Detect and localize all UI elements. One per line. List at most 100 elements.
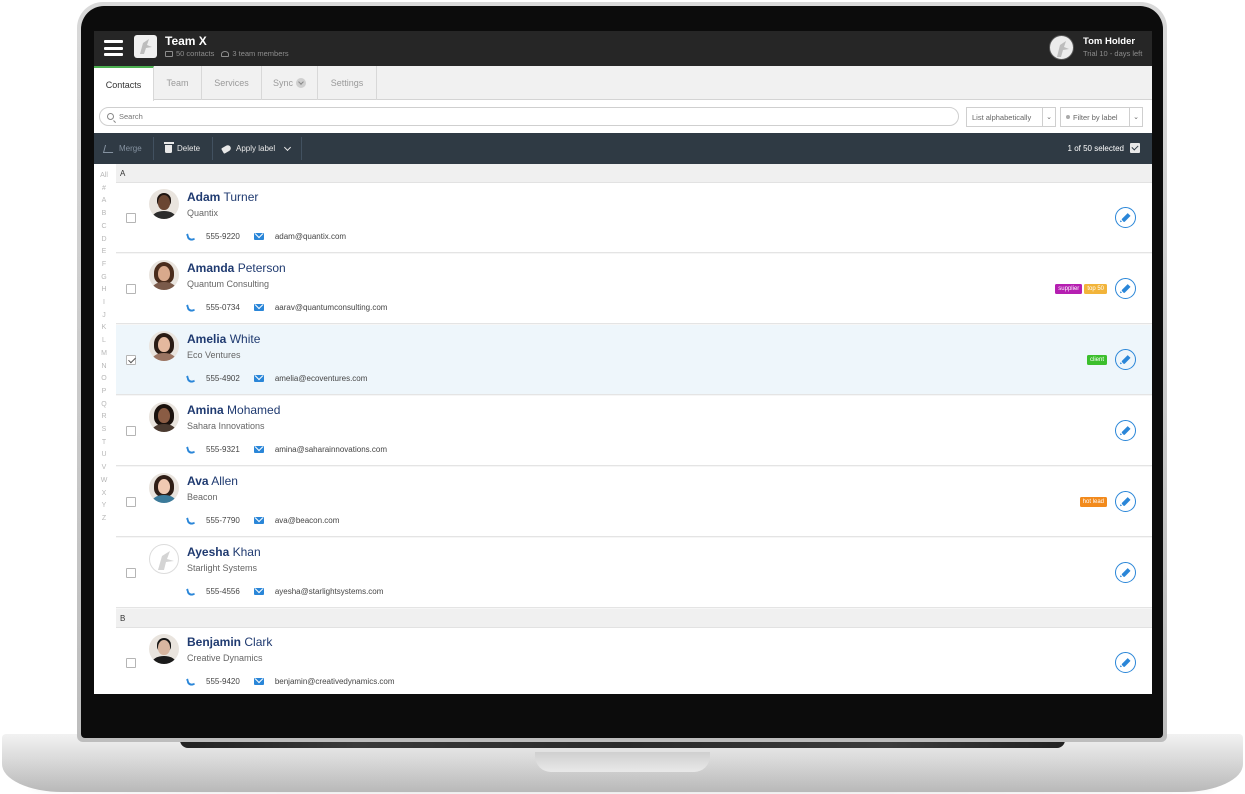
contact-phone[interactable]: 555-4902 xyxy=(206,374,240,383)
contact-phone[interactable]: 555-9220 xyxy=(206,232,240,241)
alpha-index-letter[interactable]: X xyxy=(94,490,114,497)
alpha-index-letter[interactable]: J xyxy=(94,312,114,319)
tab-team[interactable]: Team xyxy=(154,66,202,100)
edit-contact-button[interactable] xyxy=(1115,207,1136,228)
contact-row[interactable]: Adam Turner Quantix 555-9220 adam@quantix.c… xyxy=(116,183,1152,253)
contacts-count: 50 contacts xyxy=(165,49,214,58)
contact-row[interactable]: Amina Mohamed Sahara Innovations 555-9321 a… xyxy=(116,396,1152,466)
contact-name[interactable]: Amelia White xyxy=(187,332,260,346)
merge-button[interactable]: Merge xyxy=(102,133,142,164)
alpha-index-letter[interactable]: R xyxy=(94,413,114,420)
alpha-index-letter[interactable]: Q xyxy=(94,401,114,408)
row-checkbox[interactable] xyxy=(126,497,136,507)
row-checkbox[interactable] xyxy=(126,213,136,223)
contact-phone[interactable]: 555-9321 xyxy=(206,445,240,454)
alpha-index-letter[interactable]: L xyxy=(94,337,114,344)
members-icon xyxy=(221,50,230,57)
contact-name[interactable]: Adam Turner xyxy=(187,190,258,204)
alpha-index-letter[interactable]: All xyxy=(94,172,114,179)
edit-contact-button[interactable] xyxy=(1115,652,1136,673)
alpha-index-letter[interactable]: O xyxy=(94,375,114,382)
tab-settings[interactable]: Settings xyxy=(318,66,377,100)
edit-contact-button[interactable] xyxy=(1115,562,1136,583)
alpha-index-letter[interactable]: U xyxy=(94,451,114,458)
filter-select[interactable]: Filter by label ⌄ xyxy=(1060,107,1143,127)
label-tag[interactable]: client xyxy=(1086,355,1107,365)
search-box[interactable] xyxy=(99,107,959,126)
label-tag[interactable]: supplier xyxy=(1055,284,1083,294)
alpha-index-letter[interactable]: V xyxy=(94,464,114,471)
contact-phone[interactable]: 555-4556 xyxy=(206,587,240,596)
alpha-index-letter[interactable]: A xyxy=(94,197,114,204)
contact-name[interactable]: Amanda Peterson xyxy=(187,261,286,275)
edit-contact-button[interactable] xyxy=(1115,278,1136,299)
row-checkbox[interactable] xyxy=(126,426,136,436)
team-name[interactable]: Team X xyxy=(165,34,207,48)
contact-phone[interactable]: 555-7790 xyxy=(206,516,240,525)
alpha-index-letter[interactable]: G xyxy=(94,274,114,281)
contact-name[interactable]: Ayesha Khan xyxy=(187,545,261,559)
alpha-index-letter[interactable]: N xyxy=(94,363,114,370)
alpha-index-letter[interactable]: B xyxy=(94,210,114,217)
delete-button[interactable]: Delete xyxy=(163,133,200,164)
alpha-index-letter[interactable]: P xyxy=(94,388,114,395)
contact-email[interactable]: ava@beacon.com xyxy=(275,516,340,525)
alpha-index-letter[interactable]: D xyxy=(94,236,114,243)
contact-row[interactable]: Ava Allen Beacon 555-7790 ava@beacon.com hot… xyxy=(116,467,1152,537)
contact-company: Sahara Innovations xyxy=(187,421,265,431)
tab-sync[interactable]: Sync xyxy=(262,66,318,100)
alpha-index-letter[interactable]: F xyxy=(94,261,114,268)
alpha-index-letter[interactable]: H xyxy=(94,286,114,293)
alpha-index-letter[interactable]: E xyxy=(94,248,114,255)
contact-row[interactable]: Amanda Peterson Quantum Consulting 555-073… xyxy=(116,254,1152,324)
row-checkbox[interactable] xyxy=(126,568,136,578)
alpha-index-letter[interactable]: Y xyxy=(94,502,114,509)
contact-row[interactable]: Amelia White Eco Ventures 555-4902 amelia@e… xyxy=(116,325,1152,395)
label-tag[interactable]: top 50 xyxy=(1084,284,1107,294)
alpha-index-letter[interactable]: M xyxy=(94,350,114,357)
contact-row[interactable]: Benjamin Clark Creative Dynamics 555-9420 b… xyxy=(116,628,1152,694)
contact-list: A Adam Turner Quantix 555-9220 adam@quantix.… xyxy=(116,164,1152,694)
row-checkbox[interactable] xyxy=(126,284,136,294)
alpha-index-letter[interactable]: I xyxy=(94,299,114,306)
alpha-index-letter[interactable]: T xyxy=(94,439,114,446)
edit-contact-button[interactable] xyxy=(1115,420,1136,441)
user-name[interactable]: Tom Holder xyxy=(1083,36,1135,47)
alpha-index-letter[interactable]: Z xyxy=(94,515,114,522)
edit-contact-button[interactable] xyxy=(1115,491,1136,512)
contact-row[interactable]: Ayesha Khan Starlight Systems 555-4556 ayes… xyxy=(116,538,1152,608)
alpha-index-letter[interactable]: K xyxy=(94,324,114,331)
alpha-index-letter[interactable]: S xyxy=(94,426,114,433)
contact-email[interactable]: adam@quantix.com xyxy=(275,232,346,241)
contact-email[interactable]: amina@saharainnovations.com xyxy=(275,445,387,454)
row-checkbox[interactable] xyxy=(126,658,136,668)
menu-icon[interactable] xyxy=(104,40,123,56)
contact-company: Quantix xyxy=(187,208,219,218)
user-avatar[interactable] xyxy=(1049,35,1074,60)
edit-contact-button[interactable] xyxy=(1115,349,1136,370)
select-all-checkbox[interactable] xyxy=(1130,143,1140,153)
alpha-index-letter[interactable]: C xyxy=(94,223,114,230)
alpha-index-letter[interactable]: # xyxy=(94,185,114,192)
tab-contacts[interactable]: Contacts xyxy=(94,66,154,101)
apply-label-button[interactable]: Apply label xyxy=(221,133,292,164)
contact-name[interactable]: Amina Mohamed xyxy=(187,403,280,417)
contact-email[interactable]: ayesha@starlightsystems.com xyxy=(275,587,384,596)
mail-icon xyxy=(253,678,264,685)
alpha-index-letter[interactable]: W xyxy=(94,477,114,484)
divider xyxy=(212,137,213,160)
contact-phone[interactable]: 555-9420 xyxy=(206,677,240,686)
mail-icon xyxy=(253,304,264,311)
tab-services[interactable]: Services xyxy=(202,66,262,100)
label-tag[interactable]: hot lead xyxy=(1079,497,1107,507)
sort-select[interactable]: List alphabetically ⌄ xyxy=(966,107,1056,127)
members-count: 3 team members xyxy=(221,49,289,58)
search-input[interactable] xyxy=(119,112,939,121)
row-checkbox[interactable] xyxy=(126,355,136,365)
contact-email[interactable]: aarav@quantumconsulting.com xyxy=(275,303,388,312)
contact-name[interactable]: Ava Allen xyxy=(187,474,238,488)
contact-name[interactable]: Benjamin Clark xyxy=(187,635,272,649)
contact-phone[interactable]: 555-0734 xyxy=(206,303,240,312)
contact-email[interactable]: benjamin@creativedynamics.com xyxy=(275,677,395,686)
contact-email[interactable]: amelia@ecoventures.com xyxy=(275,374,368,383)
